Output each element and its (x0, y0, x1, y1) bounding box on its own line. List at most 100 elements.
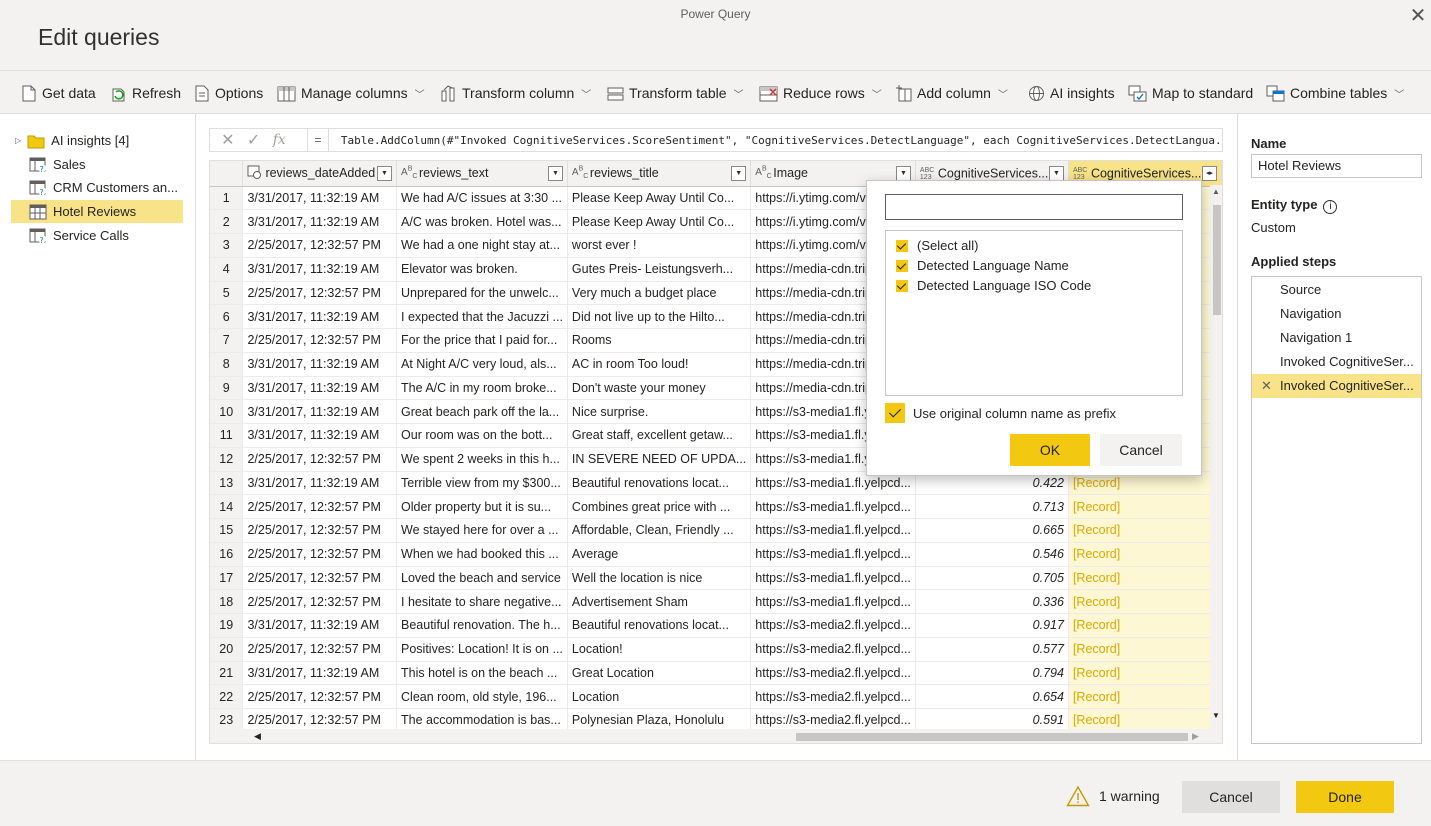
table-cell[interactable]: The A/C in my room broke... (396, 376, 568, 401)
column-header[interactable]: ABC reviews_title ▼ (567, 161, 752, 187)
column-filter-icon[interactable]: ▼ (547, 166, 563, 181)
table-cell[interactable]: 2/25/2017, 12:32:57 PM (242, 518, 398, 543)
column-filter-icon[interactable]: ▼ (1048, 166, 1064, 181)
prefix-checkbox[interactable]: Use original column name as prefix (885, 403, 1116, 423)
table-cell[interactable]: Gutes Preis- Leistungsverh... (567, 257, 752, 282)
query-item[interactable]: Hotel Reviews (11, 200, 183, 223)
table-cell[interactable]: Great beach park off the la... (396, 399, 568, 424)
commit-formula-icon[interactable]: ✓ (244, 130, 264, 150)
query-name-input[interactable]: Hotel Reviews (1251, 154, 1422, 178)
table-cell[interactable]: Rooms (567, 328, 752, 353)
ribbon-transform-table-button[interactable]: Transform table ﹀ (607, 83, 744, 103)
table-cell[interactable]: Average (567, 542, 752, 567)
table-cell[interactable]: 2/25/2017, 12:32:57 PM (242, 589, 398, 614)
table-cell[interactable]: 3/31/2017, 11:32:19 AM (242, 376, 398, 401)
table-cell[interactable]: Elevator was broken. (396, 257, 568, 282)
text-type-icon[interactable]: ABC (572, 165, 590, 181)
table-cell[interactable]: 3/31/2017, 11:32:19 AM (242, 209, 398, 234)
expand-option-checkbox[interactable]: Detected Language Name (896, 258, 1069, 273)
table-cell[interactable]: 0.654 (915, 684, 1069, 709)
table-cell[interactable]: Don't waste your money (567, 376, 752, 401)
applied-step[interactable]: Navigation (1252, 302, 1421, 326)
query-item[interactable]: ? Sales (11, 153, 183, 176)
cancel-formula-icon[interactable]: ✕ (218, 130, 238, 150)
table-cell[interactable]: https://s3-media1.fl.yelpcd... (750, 518, 916, 543)
row-number-header[interactable] (210, 161, 244, 187)
table-cell[interactable]: I hesitate to share negative... (396, 589, 568, 614)
table-cell[interactable]: 2/25/2017, 12:32:57 PM (242, 494, 398, 519)
table-cell[interactable]: 2/25/2017, 12:32:57 PM (242, 566, 398, 591)
any-type-icon[interactable]: ABC 123 (1073, 167, 1091, 181)
table-cell[interactable]: Positives: Location! It is on ... (396, 637, 568, 662)
table-cell[interactable]: 2/25/2017, 12:32:57 PM (242, 233, 398, 258)
checkbox-check-icon[interactable] (896, 279, 908, 292)
table-cell[interactable]: AC in room Too loud! (567, 352, 752, 377)
close-icon[interactable]: ✕ (1408, 6, 1428, 26)
table-cell[interactable]: https://s3-media1.fl.yelpcd... (750, 542, 916, 567)
table-cell[interactable]: Great Location (567, 661, 752, 686)
table-cell[interactable]: We had a one night stay at... (396, 233, 568, 258)
delete-step-icon[interactable]: ✕ (1261, 374, 1272, 398)
table-cell[interactable]: 2/25/2017, 12:32:57 PM (242, 281, 398, 306)
table-cell[interactable]: Please Keep Away Until Co... (567, 186, 752, 211)
applied-step[interactable]: Invoked CognitiveSer... (1252, 350, 1421, 374)
horizontal-scroll-thumb[interactable] (796, 733, 1188, 741)
table-cell[interactable]: Beautiful renovations locat... (567, 471, 752, 496)
table-cell[interactable]: 0.917 (915, 613, 1069, 638)
ribbon-options-button[interactable]: Options (193, 83, 263, 103)
table-cell[interactable]: Location! (567, 637, 752, 662)
vertical-scrollbar[interactable]: ▲ ▼ (1210, 185, 1222, 743)
popup-cancel-button[interactable]: Cancel (1100, 434, 1182, 466)
table-cell[interactable]: 0.665 (915, 518, 1069, 543)
table-cell[interactable]: worst ever ! (567, 233, 752, 258)
table-cell[interactable]: When we had booked this ... (396, 542, 568, 567)
table-cell[interactable]: Affordable, Clean, Friendly ... (567, 518, 752, 543)
ribbon-get-data-button[interactable]: Get data (20, 83, 96, 103)
table-cell[interactable]: 3/31/2017, 11:32:19 AM (242, 471, 398, 496)
done-button[interactable]: Done (1296, 781, 1394, 813)
table-cell[interactable]: 2/25/2017, 12:32:57 PM (242, 328, 398, 353)
applied-step[interactable]: Navigation 1 (1252, 326, 1421, 350)
expand-column-icon[interactable]: ◂▸ (1202, 166, 1217, 181)
table-cell[interactable]: For the price that I paid for... (396, 328, 568, 353)
table-cell[interactable]: [Record] (1068, 613, 1222, 638)
column-filter-icon[interactable]: ▼ (377, 166, 393, 181)
table-cell[interactable]: 3/31/2017, 11:32:19 AM (242, 423, 398, 448)
table-cell[interactable]: I expected that the Jacuzzi ... (396, 304, 568, 329)
ok-button[interactable]: OK (1010, 434, 1090, 466)
table-cell[interactable]: Our room was on the bott... (396, 423, 568, 448)
query-item[interactable]: ? CRM Customers an... (11, 176, 183, 199)
ribbon-ai-insights-button[interactable]: AI insights (1028, 83, 1115, 103)
table-cell[interactable]: This hotel is on the beach ... (396, 661, 568, 686)
horizontal-scrollbar[interactable]: ◀ ▶ (210, 729, 1210, 743)
table-cell[interactable]: A/C was broken. Hotel was... (396, 209, 568, 234)
table-cell[interactable]: 3/31/2017, 11:32:19 AM (242, 661, 398, 686)
column-filter-icon[interactable]: ▼ (895, 166, 911, 181)
table-cell[interactable]: https://s3-media2.fl.yelpcd... (750, 661, 916, 686)
column-header[interactable]: reviews_dateAdded ▼ (242, 161, 398, 187)
ribbon-manage-columns-button[interactable]: Manage columns ﹀ (277, 83, 425, 103)
table-cell[interactable]: Unprepared for the unwelc... (396, 281, 568, 306)
scroll-up-icon[interactable]: ▲ (1212, 187, 1220, 196)
expand-option-checkbox[interactable]: (Select all) (896, 238, 978, 253)
text-type-icon[interactable]: ABC (755, 165, 773, 181)
scroll-right-icon[interactable]: ▶ (1192, 731, 1199, 742)
table-cell[interactable]: 2/25/2017, 12:32:57 PM (242, 684, 398, 709)
table-cell[interactable]: https://s3-media2.fl.yelpcd... (750, 684, 916, 709)
table-cell[interactable]: [Record] (1068, 542, 1222, 567)
table-cell[interactable]: 2/25/2017, 12:32:57 PM (242, 637, 398, 662)
table-cell[interactable]: We had A/C issues at 3:30 ... (396, 186, 568, 211)
table-cell[interactable]: Beautiful renovations locat... (567, 613, 752, 638)
table-cell[interactable]: Advertisement Sham (567, 589, 752, 614)
info-icon[interactable]: i (1323, 200, 1338, 214)
expand-arrow-icon[interactable]: ▷ (15, 136, 21, 145)
ribbon-refresh-button[interactable]: Refresh (110, 83, 181, 103)
warning-indicator[interactable]: 1 warning (1066, 785, 1160, 807)
table-cell[interactable]: Great staff, excellent getaw... (567, 423, 752, 448)
table-cell[interactable]: 0.546 (915, 542, 1069, 567)
datetime-type-icon[interactable] (247, 165, 265, 181)
table-cell[interactable]: [Record] (1068, 566, 1222, 591)
expand-option-checkbox[interactable]: Detected Language ISO Code (896, 278, 1091, 293)
table-cell[interactable]: 0.577 (915, 637, 1069, 662)
table-cell[interactable]: 2/25/2017, 12:32:57 PM (242, 447, 398, 472)
